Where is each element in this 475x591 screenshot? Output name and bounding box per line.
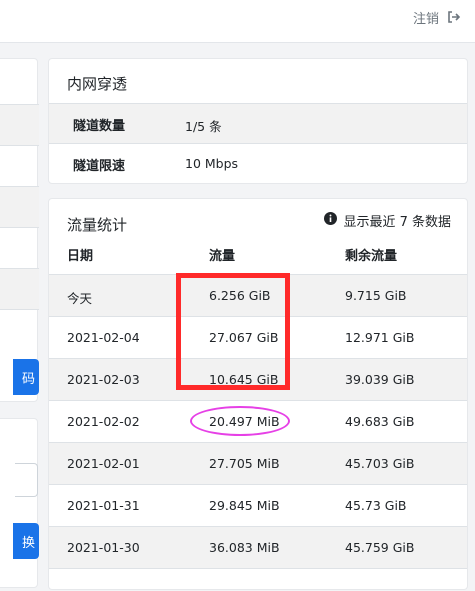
row-date: 今天: [67, 291, 93, 306]
traffic-card: 流量统计 显示最近 7 条数据 日期 流量 剩余流量 今天 6.256 GiB …: [48, 198, 468, 590]
highlight-ellipse: [190, 406, 290, 436]
recent-note: 显示最近 7 条数据: [324, 211, 451, 230]
left-form-card: 换: [0, 418, 39, 588]
tunnel-speed-value: 10 Mbps: [185, 156, 239, 171]
left-action-button[interactable]: 码: [13, 359, 39, 395]
tunnel-count-label: 隧道数量: [73, 119, 126, 134]
column-header-remaining: 剩余流量: [345, 249, 398, 264]
recent-note-text: 显示最近 7 条数据: [343, 215, 451, 230]
left-switch-button-label: 换: [21, 535, 35, 551]
tunnel-title: 内网穿透: [67, 75, 128, 93]
row-divider: [0, 104, 39, 105]
row-date: 2021-02-01: [67, 456, 140, 471]
row-remaining: 45.759 GiB: [345, 540, 415, 555]
table-row: 2021-01-30 36.083 MiB 45.759 GiB: [49, 526, 467, 569]
table-row: 2021-01-31 29.845 MiB 45.73 GiB: [49, 484, 467, 527]
logout-label: 注销: [412, 11, 439, 27]
left-row: [0, 104, 39, 145]
info-icon: [324, 212, 338, 229]
column-header-usage: 流量: [209, 249, 236, 264]
logout-link[interactable]: 注销: [412, 8, 461, 27]
tunnel-card: 内网穿透 隧道数量 1/5 条 隧道限速 10 Mbps: [48, 58, 468, 184]
row-remaining: 39.039 GiB: [345, 372, 415, 387]
row-date: 2021-02-04: [67, 330, 140, 345]
sign-out-icon: [447, 10, 461, 24]
row-remaining: 9.715 GiB: [345, 288, 407, 303]
left-action-button-label: 码: [21, 371, 35, 387]
tunnel-row-speed: 隧道限速 10 Mbps: [49, 143, 467, 184]
tunnel-count-value: 1/5 条: [185, 119, 222, 134]
row-date: 2021-02-02: [67, 414, 140, 429]
left-row: [0, 268, 39, 309]
left-info-card: 码: [0, 58, 39, 402]
row-usage: 36.083 MiB: [209, 540, 280, 555]
row-remaining: 49.683 GiB: [345, 414, 415, 429]
column-header-date: 日期: [67, 249, 94, 264]
highlight-rectangle: [176, 273, 290, 390]
row-date: 2021-02-03: [67, 372, 140, 387]
row-remaining: 12.971 GiB: [345, 330, 415, 345]
left-row: [0, 186, 39, 227]
tunnel-speed-label: 隧道限速: [73, 159, 126, 174]
top-navbar: 注销: [0, 0, 475, 43]
tunnel-row-count: 隧道数量 1/5 条: [49, 103, 467, 144]
row-usage: 29.845 MiB: [209, 498, 280, 513]
row-usage: 27.705 MiB: [209, 456, 280, 471]
left-switch-button[interactable]: 换: [13, 523, 39, 559]
row-remaining: 45.73 GiB: [345, 498, 407, 513]
left-input[interactable]: [15, 463, 38, 497]
row-date: 2021-01-30: [67, 540, 140, 555]
table-row: 2021-02-01 27.705 MiB 45.703 GiB: [49, 442, 467, 485]
row-remaining: 45.703 GiB: [345, 456, 415, 471]
row-date: 2021-01-31: [67, 498, 140, 513]
row-divider: [0, 186, 39, 187]
row-divider: [0, 268, 39, 269]
row-divider: [0, 227, 39, 228]
table-row-partial: [49, 568, 467, 591]
traffic-title: 流量统计: [67, 216, 128, 234]
row-divider: [0, 145, 39, 146]
row-divider: [0, 309, 39, 310]
